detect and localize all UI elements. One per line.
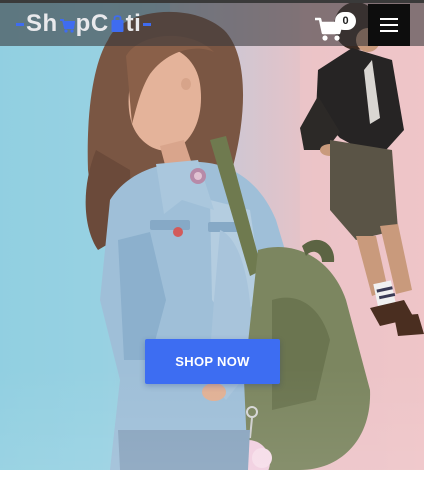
logo-text-part-1: Sh: [26, 10, 58, 37]
top-edge: [0, 0, 424, 3]
cart-count-badge: 0: [335, 12, 356, 30]
hamburger-menu-icon-bar-bottom: [380, 30, 398, 32]
logo-dash-left: [16, 22, 24, 26]
page: Sh pC ti 0 SHOP NOW: [0, 0, 424, 482]
logo-text-part-2: pC: [75, 10, 109, 37]
hero-image: [0, 0, 424, 470]
logo-cart-icon: [59, 19, 75, 33]
site-header: Sh pC ti 0: [0, 3, 424, 46]
logo-text-part-3: ti: [125, 10, 142, 37]
logo-shopping-bag-icon: [111, 14, 124, 32]
hamburger-menu-icon-bar-top: [380, 18, 398, 20]
site-logo[interactable]: Sh pC ti: [14, 9, 153, 39]
hamburger-menu-icon-bar-middle: [380, 24, 398, 26]
hero-banner: [0, 0, 424, 470]
menu-button[interactable]: [368, 4, 410, 46]
cart-button[interactable]: 0: [314, 12, 356, 42]
logo-dash-right: [143, 22, 152, 26]
shop-now-button[interactable]: SHOP NOW: [145, 339, 280, 384]
